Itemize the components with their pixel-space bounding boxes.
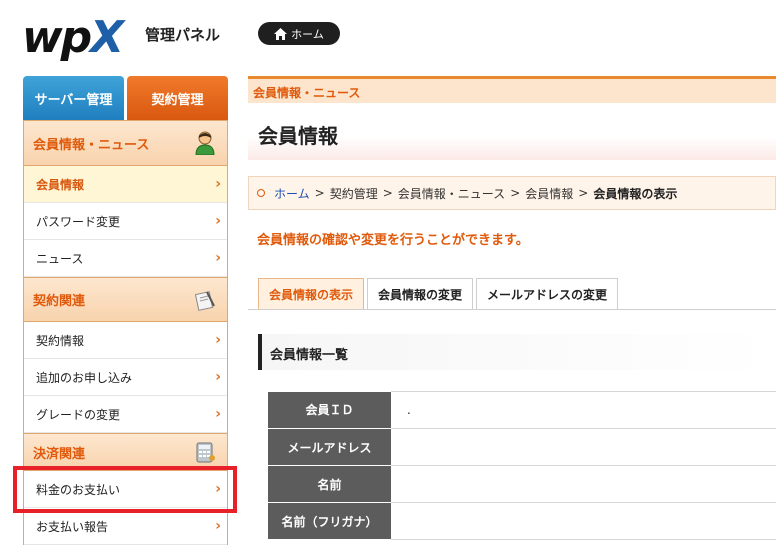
calculator-icon [193,439,217,465]
home-button-label: ホーム [291,27,324,41]
table-label: メールアドレス [268,428,391,466]
sidebar-item-label: 会員情報 [36,177,85,192]
member-icon [193,130,217,156]
tab-contract-management[interactable]: 契約管理 [127,76,228,120]
content-tabs: 会員情報の表示 会員情報の変更 メールアドレスの変更 [258,278,619,309]
table-value [391,465,776,503]
logo-mark: wpX [22,12,124,63]
sidebar-section-title: 決済関連 [33,446,86,462]
table-label: 会員ＩＤ [268,391,391,429]
breadcrumb-item: 会員情報・ニュース [397,186,506,201]
main-section-header: 会員情報・ニュース [248,76,776,103]
breadcrumb: ホーム > 契約管理 > 会員情報・ニュース > 会員情報 > 会員情報の表示 [248,176,776,210]
tab-view-member-info[interactable]: 会員情報の表示 [258,278,365,309]
tab-edit-member-info[interactable]: 会員情報の変更 [367,278,474,309]
breadcrumb-separator: > [314,186,325,200]
sidebar-item-grade-change[interactable]: グレードの変更 › [24,396,227,433]
breadcrumb-home-link[interactable]: ホーム [274,185,310,202]
logo-subtitle: 管理パネル [145,26,221,44]
sidebar-item-payment-report[interactable]: お支払い報告 › [24,508,227,545]
breadcrumb-item: 会員情報 [525,186,574,201]
sidebar-item-contract-info[interactable]: 契約情報 › [24,322,227,359]
table-row: メールアドレス [268,428,776,466]
breadcrumb-bullet-icon [257,189,265,197]
sidebar-section-title: 会員情報・ニュース [33,137,150,153]
breadcrumb-item: 契約管理 [329,186,378,201]
chevron-right-icon: › [215,250,221,266]
chevron-right-icon: › [215,406,221,422]
table-value: . [391,391,776,429]
home-button[interactable]: ホーム [258,22,340,45]
sidebar-item-news[interactable]: ニュース › [24,240,227,277]
sidebar-item-member-info[interactable]: 会員情報 › [24,166,227,203]
sidebar-item-label: グレードの変更 [36,407,121,422]
chevron-right-icon: › [215,213,221,229]
sidebar-section-title: 契約関連 [33,294,86,309]
breadcrumb-current: 会員情報の表示 [593,186,678,201]
member-list-title: 会員情報一覧 [258,334,776,370]
table-row: 名前 [268,465,776,503]
wpx-logo[interactable]: wpX [22,10,124,63]
breadcrumb-separator: > [578,186,589,200]
sidebar-section-contract: 契約関連 [24,277,227,322]
page-title: 会員情報 [248,103,776,160]
sidebar-item-label: パスワード変更 [36,214,121,229]
breadcrumb-separator: > [382,186,393,200]
sidebar-item-label: お支払い報告 [36,519,109,534]
chevron-right-icon: › [215,332,221,348]
table-value [391,502,776,540]
table-row: 名前（フリガナ） [268,502,776,540]
breadcrumb-separator: > [510,186,521,200]
chevron-right-icon: › [215,518,221,534]
table-value [391,428,776,466]
chevron-right-icon: › [215,176,221,192]
contract-document-icon [193,287,217,313]
sidebar-item-additional-application[interactable]: 追加のお申し込み › [24,359,227,396]
lead-text: 会員情報の確認や変更を行うことができます。 [257,233,529,248]
highlight-annotation-box [13,466,237,513]
table-label: 名前 [268,465,391,503]
home-icon [274,27,288,40]
table-label: 名前（フリガナ） [268,502,391,540]
sidebar-item-label: 契約情報 [36,333,85,348]
tab-change-email[interactable]: メールアドレスの変更 [476,278,619,309]
sidebar-item-password-change[interactable]: パスワード変更 › [24,203,227,240]
sidebar-section-member: 会員情報・ニュース [24,120,227,166]
tab-server-management[interactable]: サーバー管理 [23,76,124,120]
sidebar-item-label: 追加のお申し込み [36,370,133,385]
member-info-table: 会員ＩＤ . メールアドレス 名前 名前（フリガナ） [268,391,776,540]
sidebar-item-label: ニュース [36,251,84,266]
table-row: 会員ＩＤ . [268,391,776,429]
sidebar-tabs: サーバー管理 契約管理 [23,76,228,120]
chevron-right-icon: › [215,369,221,385]
tab-divider [248,309,776,310]
